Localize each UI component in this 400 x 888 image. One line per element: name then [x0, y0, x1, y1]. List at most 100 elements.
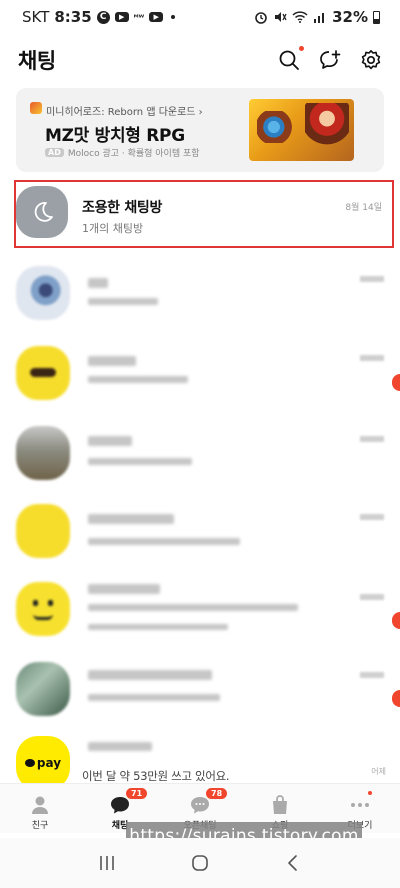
blurred-name	[88, 436, 132, 446]
avatar	[16, 662, 70, 716]
battery-icon	[373, 10, 380, 24]
pay-logo-text: pay	[36, 756, 62, 770]
blurred-name	[88, 356, 136, 366]
search-button[interactable]	[278, 46, 304, 71]
ad-image-art	[257, 111, 299, 143]
blurred-message	[88, 538, 240, 545]
blurred-time	[360, 594, 384, 600]
avatar-eye	[48, 600, 53, 606]
blurred-name	[88, 742, 152, 751]
settings-button[interactable]	[360, 49, 382, 71]
status-left: SKT 8:35 C ▶ ᴹᵂ ▶	[22, 8, 176, 26]
blurred-time	[360, 355, 384, 361]
chat-row[interactable]	[16, 342, 400, 414]
recents-button[interactable]	[92, 848, 122, 878]
chat-badge: 71	[126, 788, 148, 799]
mw-icon: ᴹᵂ	[133, 12, 145, 22]
page-title: 채팅	[18, 49, 56, 73]
app-icon	[30, 102, 42, 114]
pay-message: 이번 달 약 53만원 쓰고 있어요.	[82, 769, 230, 783]
quiet-chat-row[interactable]: 조용한 채팅방 1개의 채팅방 8월 14일	[16, 178, 392, 250]
dot-icon	[171, 15, 176, 19]
battery-percent: 32%	[332, 8, 368, 26]
tab-label: 친구	[31, 821, 49, 831]
unread-badge	[392, 374, 400, 391]
search-icon	[279, 50, 299, 70]
status-bar: SKT 8:35 C ▶ ᴹᵂ ▶ 32%	[0, 0, 400, 34]
tab-friends[interactable]: 친구	[0, 784, 80, 833]
back-icon	[288, 855, 298, 871]
settings-icon	[361, 50, 381, 70]
ad-banner[interactable]: 미니히어로즈: Reborn 앱 다운로드 › MZ맛 방치형 RPG AD M…	[16, 88, 384, 172]
friends-icon	[32, 796, 48, 814]
blurred-message	[88, 458, 192, 465]
chat-row[interactable]	[16, 500, 400, 572]
home-icon	[192, 855, 208, 871]
screen: SKT 8:35 C ▶ ᴹᵂ ▶ 32% 채팅 미니히어로즈: Reborn …	[0, 0, 400, 888]
system-nav	[0, 838, 400, 888]
avatar-eye	[33, 600, 38, 606]
home-button[interactable]	[185, 848, 215, 878]
avatar	[16, 346, 70, 400]
mute-icon	[275, 12, 287, 22]
chat-title: 조용한 채팅방	[82, 200, 163, 216]
avatar	[16, 266, 70, 320]
blurred-name	[88, 584, 160, 594]
blurred-message	[88, 694, 220, 701]
youtube-icon: ▶	[149, 12, 164, 22]
recents-icon	[99, 856, 114, 870]
chat-row[interactable]	[16, 658, 400, 730]
carrier-label: SKT	[22, 8, 50, 26]
signal-icon	[314, 13, 325, 23]
blurred-time	[360, 276, 384, 282]
blurred-name	[88, 278, 108, 288]
avatar-smile	[33, 614, 53, 620]
chat-row[interactable]	[16, 578, 400, 650]
notification-dot	[299, 46, 304, 51]
blurred-name	[88, 514, 174, 524]
more-dot	[368, 791, 372, 795]
blurred-name	[88, 670, 212, 680]
quiet-chat-avatar	[16, 186, 68, 238]
blurred-time	[360, 672, 384, 678]
pay-avatar: pay	[16, 736, 70, 784]
avatar	[16, 426, 70, 480]
more-icon	[351, 803, 369, 807]
avatar	[16, 504, 70, 558]
blurred-message-2	[88, 624, 228, 630]
chat-subtitle: 1개의 채팅방	[82, 222, 144, 235]
unread-badge	[392, 612, 400, 629]
ad-badge: AD	[45, 148, 64, 157]
chat-bubble-icon	[24, 759, 35, 767]
chat-row[interactable]	[16, 422, 400, 494]
blurred-message	[88, 298, 158, 305]
header-actions	[278, 46, 382, 71]
moon-icon	[34, 202, 53, 222]
shopping-icon	[273, 795, 287, 814]
blurred-message	[88, 604, 298, 611]
avatar-detail	[30, 368, 56, 377]
open-chat-badge: 78	[206, 788, 228, 799]
new-chat-button[interactable]	[319, 49, 341, 71]
chat-row[interactable]	[16, 262, 400, 334]
new-chat-icon	[320, 50, 341, 69]
unread-badge	[392, 690, 400, 707]
ad-image	[249, 99, 354, 161]
ad-subtitle: AD Moloco 광고 · 확률형 아이템 포함	[45, 146, 200, 159]
ad-title: MZ맛 방치형 RPG	[45, 126, 185, 146]
avatar	[16, 582, 70, 636]
blurred-message	[88, 376, 188, 383]
status-right: 32%	[254, 8, 380, 26]
pay-logo: pay	[24, 756, 62, 770]
wifi-icon	[292, 11, 308, 23]
alarm-icon	[255, 12, 267, 24]
back-button[interactable]	[278, 848, 308, 878]
ad-image-character	[305, 103, 349, 155]
c-icon: C	[96, 10, 110, 24]
pay-chat-row[interactable]: pay 이번 달 약 53만원 쓰고 있어요. 어제	[16, 732, 400, 784]
youtube-icon: ▶	[114, 12, 129, 22]
pay-time: 어제	[371, 767, 386, 776]
chat-time: 8월 14일	[345, 203, 382, 213]
ad-app-line[interactable]: 미니히어로즈: Reborn 앱 다운로드 ›	[46, 103, 203, 118]
blurred-time	[360, 436, 384, 442]
